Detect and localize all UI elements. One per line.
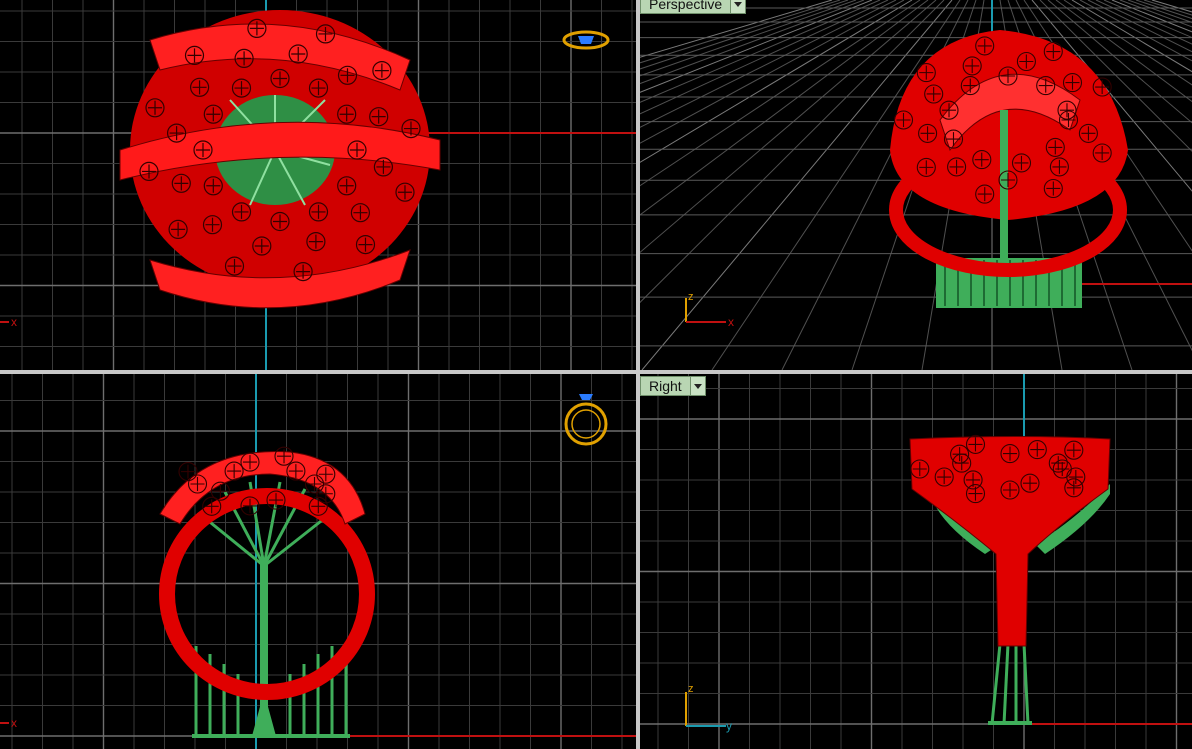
viewport-label-perspective[interactable]: Perspective (640, 0, 747, 14)
top-scene: x (0, 0, 636, 370)
viewport-label-text: Right (649, 378, 682, 394)
ring-right-model (909, 434, 1111, 725)
axis-gizmo-front: x (0, 716, 17, 730)
dropdown-arrow-icon[interactable] (730, 0, 746, 13)
viewport-front[interactable]: x (0, 374, 636, 749)
axis-z-label: z (688, 683, 694, 695)
axis-x-label: x (11, 716, 17, 730)
axis-z-label: z (688, 291, 694, 303)
grid-right (640, 374, 1192, 749)
viewport-top[interactable]: x (0, 0, 636, 370)
viewport-label-text: Perspective (649, 0, 723, 12)
ring-perspective-model (889, 30, 1128, 308)
axis-y-label: y (726, 719, 732, 733)
viewport-divider-vertical[interactable] (636, 0, 640, 749)
viewport-divider-horizontal[interactable] (0, 370, 1192, 374)
dropdown-arrow-icon[interactable] (689, 377, 705, 395)
viewport-perspective[interactable]: z x Perspective (640, 0, 1192, 370)
viewport-right[interactable]: z y Right (640, 374, 1192, 749)
ring-front-gizmo-icon (564, 394, 608, 446)
axis-x-label: x (728, 315, 734, 329)
perspective-scene: z x (640, 0, 1192, 370)
ring-front-model (159, 446, 375, 738)
axis-gizmo-top: x (0, 315, 17, 329)
right-scene: z y (640, 374, 1192, 749)
viewport-label-right[interactable]: Right (640, 376, 706, 396)
axis-x-label: x (11, 315, 17, 329)
axis-gizmo-right: z y (685, 683, 732, 733)
front-scene: x (0, 374, 636, 749)
ring-top-model (119, 10, 441, 309)
